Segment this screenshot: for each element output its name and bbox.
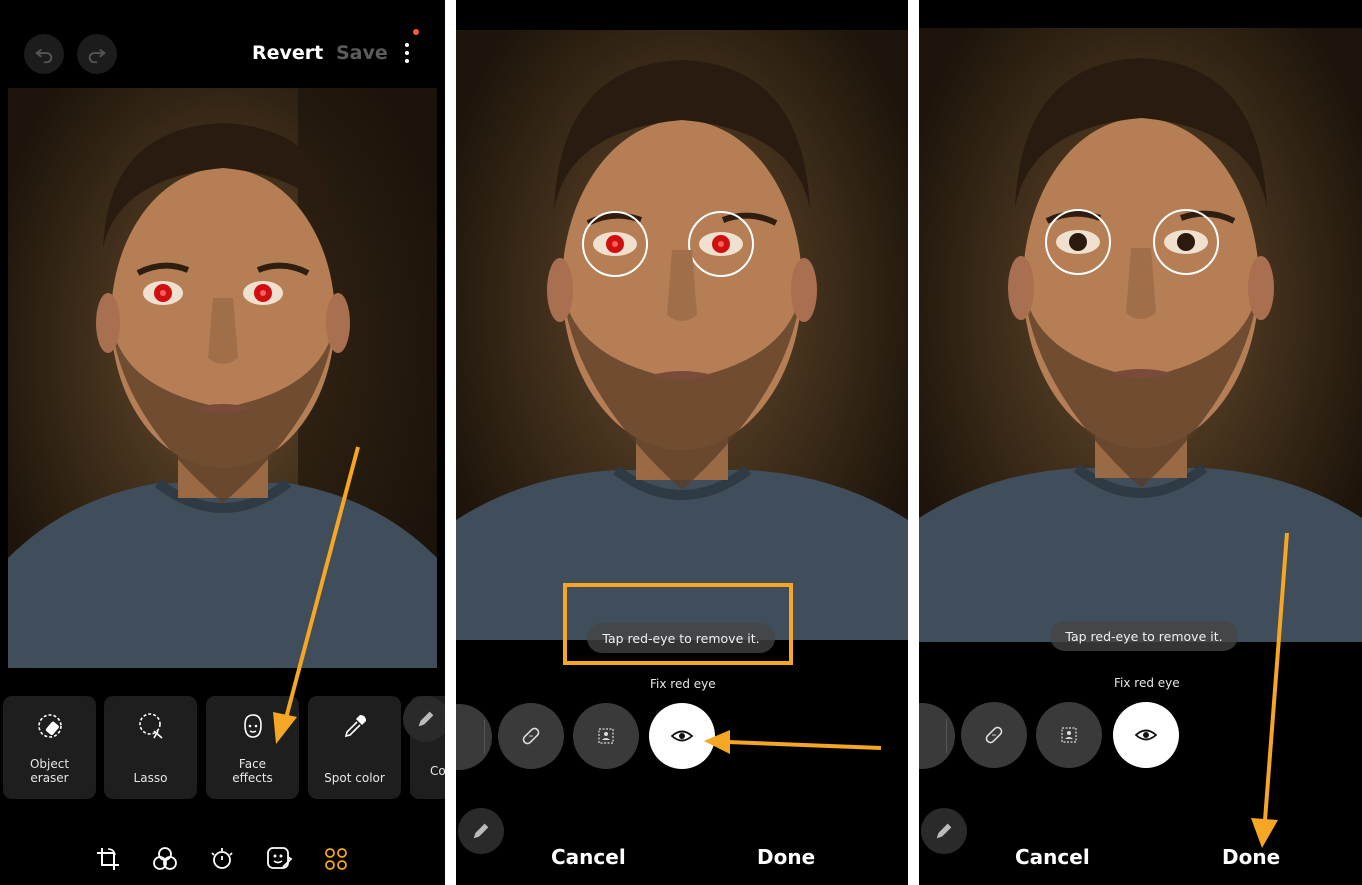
tool-spot-color[interactable]: Spot color bbox=[308, 696, 401, 799]
editor-panel-1: Revert Save Object eraser Lasso Face eff… bbox=[0, 0, 445, 885]
bandage-icon bbox=[522, 727, 540, 745]
tool-face-effects[interactable]: Face effects bbox=[206, 696, 299, 799]
mode-label: Fix red eye bbox=[650, 677, 716, 691]
tool-label: Lasso bbox=[133, 771, 168, 785]
nav-brightness[interactable] bbox=[208, 845, 236, 873]
pen-icon bbox=[936, 823, 952, 839]
portrait-photo bbox=[919, 58, 1362, 642]
draw-button[interactable] bbox=[403, 696, 445, 742]
tool-separator bbox=[484, 720, 485, 754]
nav-crop[interactable] bbox=[94, 845, 122, 873]
object-eraser-icon bbox=[37, 714, 62, 738]
notification-dot bbox=[413, 29, 419, 35]
pen-icon bbox=[473, 823, 489, 839]
mode-label: Fix red eye bbox=[1114, 676, 1180, 690]
brightness-icon bbox=[211, 848, 233, 869]
draw-button[interactable] bbox=[458, 808, 504, 854]
pen-icon bbox=[418, 711, 434, 727]
redo-icon bbox=[88, 48, 106, 64]
eye-icon bbox=[670, 730, 694, 742]
bandage-icon bbox=[985, 726, 1003, 744]
cancel-button[interactable]: Cancel bbox=[1015, 845, 1090, 869]
portrait-icon bbox=[1061, 727, 1077, 743]
done-button[interactable]: Done bbox=[1222, 845, 1280, 869]
tool-previous[interactable] bbox=[919, 703, 955, 769]
photo-canvas[interactable] bbox=[8, 88, 437, 668]
decorations-icon bbox=[267, 847, 293, 869]
hint-highlight-box bbox=[563, 583, 793, 665]
face-icon bbox=[243, 714, 262, 738]
undo-icon bbox=[35, 48, 53, 64]
cancel-button[interactable]: Cancel bbox=[551, 845, 626, 869]
tool-label: Spot color bbox=[324, 771, 385, 785]
portrait-button[interactable] bbox=[573, 703, 639, 769]
fix-red-eye-button[interactable] bbox=[1113, 702, 1179, 768]
eyedropper-icon bbox=[344, 715, 366, 738]
revert-button[interactable]: Revert bbox=[252, 42, 323, 64]
photo-canvas[interactable] bbox=[919, 28, 1362, 642]
editor-panel-3: Tap red-eye to remove it. Fix red eye Ca… bbox=[919, 0, 1362, 885]
portrait-button[interactable] bbox=[1036, 702, 1102, 768]
redo-button[interactable] bbox=[77, 34, 117, 74]
portrait-photo bbox=[456, 60, 908, 640]
nav-decorations[interactable] bbox=[265, 845, 293, 873]
nav-more-tools[interactable] bbox=[322, 845, 350, 873]
tool-label: Face effects bbox=[232, 757, 273, 785]
draw-button[interactable] bbox=[921, 808, 967, 854]
filters-icon bbox=[153, 847, 177, 870]
portrait-photo bbox=[8, 88, 437, 668]
spot-healing-button[interactable] bbox=[498, 703, 564, 769]
lasso-icon bbox=[138, 713, 163, 739]
tool-label: Co bbox=[430, 764, 445, 778]
portrait-icon bbox=[598, 728, 614, 744]
save-button[interactable]: Save bbox=[336, 42, 388, 64]
photo-canvas[interactable] bbox=[456, 30, 908, 640]
editor-panel-2: Tap red-eye to remove it. Fix red eye Ca… bbox=[456, 0, 908, 885]
done-button[interactable]: Done bbox=[757, 845, 815, 869]
tool-object-eraser[interactable]: Object eraser bbox=[3, 696, 96, 799]
tool-label: Object eraser bbox=[29, 757, 70, 785]
tool-previous[interactable] bbox=[456, 704, 492, 770]
eye-icon bbox=[1134, 729, 1158, 741]
nav-filters[interactable] bbox=[151, 845, 179, 873]
undo-button[interactable] bbox=[24, 34, 64, 74]
fix-red-eye-button[interactable] bbox=[649, 703, 715, 769]
red-eye-hint: Tap red-eye to remove it. bbox=[1050, 621, 1238, 651]
crop-rotate-icon bbox=[97, 848, 119, 870]
more-options-button[interactable] bbox=[398, 40, 416, 70]
spot-healing-button[interactable] bbox=[961, 702, 1027, 768]
tool-separator bbox=[946, 719, 947, 753]
tool-lasso[interactable]: Lasso bbox=[104, 696, 197, 799]
more-tools-icon bbox=[325, 848, 347, 870]
